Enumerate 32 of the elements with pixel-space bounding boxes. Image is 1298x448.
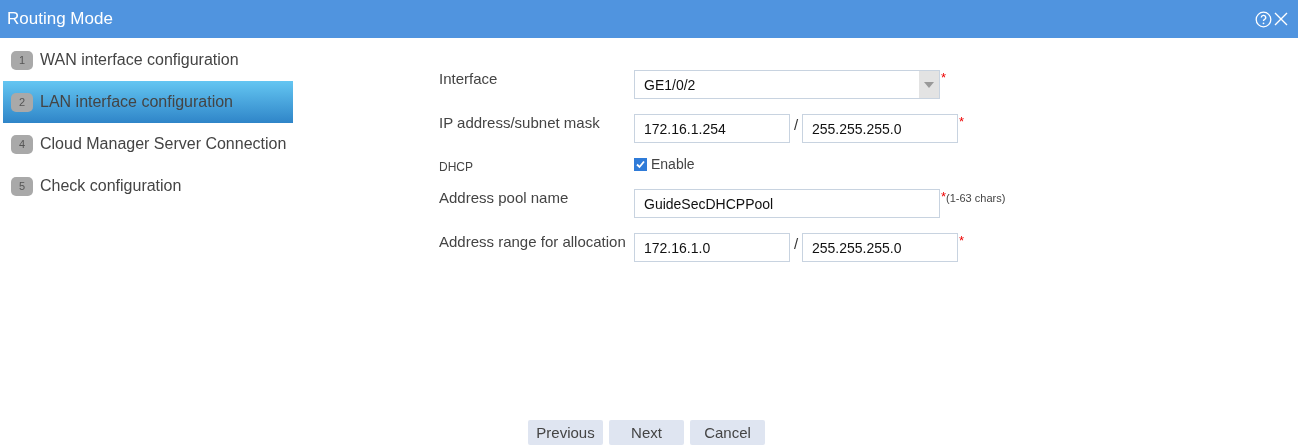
checkbox[interactable] xyxy=(634,157,647,171)
input-field[interactable]: 172.16.1.254 xyxy=(634,114,790,143)
field-label: Address pool name xyxy=(439,189,570,206)
field-label: DHCP xyxy=(439,159,474,174)
window-title: Routing Mode xyxy=(7,9,113,29)
step-item[interactable]: 1 WAN interface configuration xyxy=(3,39,293,81)
separator-slash: / xyxy=(792,116,800,133)
required-mark: * xyxy=(959,233,965,248)
step-item[interactable]: 5 Check configuration xyxy=(3,165,293,207)
wizard-button[interactable]: Cancel xyxy=(690,420,765,445)
check-icon xyxy=(635,158,646,170)
help-icon[interactable] xyxy=(1255,10,1272,28)
required-mark: * xyxy=(941,70,947,85)
separator-slash: / xyxy=(792,235,800,252)
hint-text: (1-63 chars) xyxy=(946,192,1006,204)
wizard-button[interactable]: Previous xyxy=(528,420,603,445)
step-item[interactable]: 4 Cloud Manager Server Connection xyxy=(3,123,293,165)
required-mark: * xyxy=(941,189,947,204)
close-icon[interactable] xyxy=(1274,12,1288,26)
caret-icon xyxy=(924,81,934,88)
field-label: IP address/subnet mask xyxy=(439,114,601,131)
checkbox-label: Enable xyxy=(651,156,695,172)
input-field[interactable]: 255.255.255.0 xyxy=(802,233,958,262)
required-mark: * xyxy=(959,114,965,129)
input-field[interactable]: GuideSecDHCPPool xyxy=(634,189,940,218)
field-label: Address range for allocation xyxy=(439,233,627,250)
input-field[interactable]: 255.255.255.0 xyxy=(802,114,958,143)
input-field[interactable]: 172.16.1.0 xyxy=(634,233,790,262)
interface-dropdown[interactable]: GE1/0/2 xyxy=(634,70,940,99)
step-item[interactable]: 2 LAN interface configuration xyxy=(3,81,293,123)
field-label: Interface xyxy=(439,70,499,87)
wizard-button[interactable]: Next xyxy=(609,420,684,445)
